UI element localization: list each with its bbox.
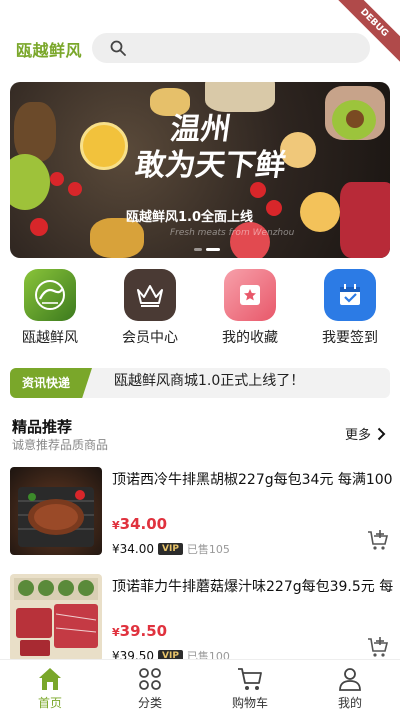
food-decoration (68, 182, 82, 196)
food-decoration (205, 82, 275, 112)
menu-item-member-center[interactable]: 会员中心 (100, 266, 200, 347)
food-decoration (266, 200, 282, 216)
vip-badge: VIP (158, 543, 183, 555)
calendar-check-icon (324, 269, 376, 321)
banner-title-line2: 敢为天下鲜 (133, 148, 288, 183)
product-card[interactable]: 顶诺西冷牛排黑胡椒227g每包34元 每满100 ¥34.00 ¥34.00 V… (10, 467, 400, 563)
add-to-cart-icon[interactable] (366, 529, 390, 553)
tab-label: 购物车 (231, 696, 268, 710)
crown-icon (124, 269, 176, 321)
news-headline[interactable]: 瓯越鲜风商城1.0正式上线了！ (114, 368, 304, 394)
news-ticker[interactable]: 资讯快递 瓯越鲜风商城1.0正式上线了！ (10, 368, 390, 398)
food-decoration (30, 218, 48, 236)
tab-category[interactable]: 分类 (100, 660, 200, 710)
tab-profile[interactable]: 我的 (300, 660, 400, 710)
tab-cart[interactable]: 购物车 (200, 660, 300, 710)
vip-price-row: ¥34.00 VIP 已售105 (112, 541, 230, 557)
search-icon (110, 40, 126, 56)
vip-price: ¥34.00 (112, 542, 154, 556)
app-header: 瓯越鲜风 DEBUG (0, 0, 400, 72)
product-price: ¥34.00 (112, 515, 167, 533)
tab-label: 分类 (137, 696, 162, 710)
bottom-tab-bar: 首页 分类 购物车 我的 (0, 659, 400, 710)
carousel-dot[interactable] (194, 248, 202, 251)
search-bar[interactable] (92, 33, 370, 63)
price-value: 34.00 (119, 515, 168, 533)
product-card[interactable]: 顶诺菲力牛排蘑菇爆汁味227g每包39.5元 每 ¥39.50 ¥39.50 V… (10, 574, 400, 670)
menu-label: 会员中心 (122, 330, 178, 346)
food-decoration (10, 154, 50, 210)
food-decoration (300, 192, 340, 232)
currency-symbol: ¥ (112, 519, 120, 532)
promo-banner[interactable]: 温州 敢为天下鲜 瓯越鲜风1.0全面上线 Fresh meats from We… (10, 82, 390, 258)
banner-title-line1: 温州 (168, 112, 234, 147)
product-name[interactable]: 顶诺西冷牛排黑胡椒227g每包34元 每满100 (112, 469, 400, 489)
food-decoration (50, 172, 64, 186)
brand-logo-icon (24, 269, 76, 321)
menu-item-check-in[interactable]: 我要签到 (300, 266, 400, 347)
sold-count: 已售105 (186, 543, 230, 556)
product-price: ¥39.50 (112, 622, 167, 640)
menu-label: 瓯越鲜风 (22, 330, 78, 346)
banner-subtitle: 瓯越鲜风1.0全面上线 (126, 210, 254, 225)
menu-item-favorites[interactable]: 我的收藏 (200, 266, 300, 347)
currency-symbol: ¥ (112, 626, 120, 639)
app-logo[interactable]: 瓯越鲜风 (16, 37, 82, 61)
product-name[interactable]: 顶诺菲力牛排蘑菇爆汁味227g每包39.5元 每 (112, 576, 400, 596)
tab-home[interactable]: 首页 (0, 660, 100, 710)
tab-label: 首页 (37, 696, 62, 710)
news-tag: 资讯快递 (10, 368, 92, 398)
banner-tagline: Fresh meats from Wenzhou (170, 228, 295, 238)
favorite-star-icon (224, 269, 276, 321)
home-icon (39, 668, 61, 690)
shopping-cart-icon (238, 668, 262, 690)
product-image[interactable] (10, 574, 102, 662)
section-title: 精品推荐 (12, 418, 73, 436)
chevron-right-icon (377, 427, 386, 440)
menu-item-brand[interactable]: 瓯越鲜风 (0, 266, 100, 347)
food-decoration (80, 122, 128, 170)
carousel-dot-active[interactable] (206, 248, 220, 251)
banner-title: 温州 敢为天下鲜 (133, 112, 293, 184)
add-to-cart-icon[interactable] (366, 636, 390, 660)
price-value: 39.50 (119, 622, 168, 640)
tab-label: 我的 (337, 696, 362, 710)
food-decoration (346, 110, 364, 128)
user-profile-icon (339, 668, 361, 691)
food-decoration (250, 182, 266, 198)
food-decoration (340, 182, 390, 258)
section-subtitle: 诚意推荐品质商品 (12, 438, 109, 452)
menu-label: 我要签到 (322, 330, 378, 346)
menu-label: 我的收藏 (222, 330, 278, 346)
category-grid-icon (139, 668, 161, 690)
more-link[interactable]: 更多 (345, 424, 386, 443)
food-decoration (14, 102, 56, 162)
carousel-indicator (194, 248, 220, 251)
quick-menu: 瓯越鲜风 会员中心 我的收藏 我要签到 (0, 266, 400, 346)
product-image[interactable] (10, 467, 102, 555)
more-label: 更多 (344, 428, 371, 443)
